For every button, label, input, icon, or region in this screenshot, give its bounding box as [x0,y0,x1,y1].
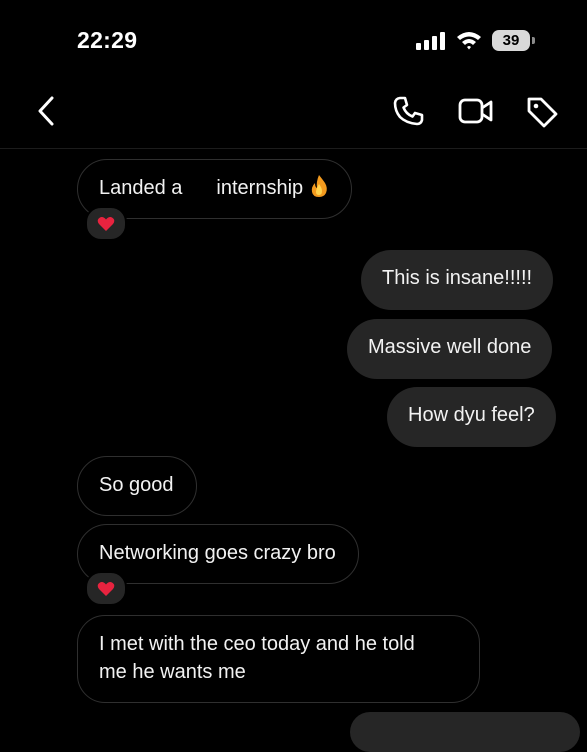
battery-level: 39 [492,30,530,51]
chat-header [0,80,587,149]
incoming-message[interactable]: So good [77,456,197,516]
heart-reaction[interactable] [85,206,127,241]
heart-icon [97,216,115,231]
tag-icon[interactable] [524,94,560,128]
cellular-signal-icon [416,32,445,50]
battery-nub [532,37,535,44]
outgoing-message[interactable]: Massive well done [347,319,553,379]
message-line: I met with the ceo today and he told [99,633,415,655]
message-text: internship [216,177,304,199]
outgoing-message[interactable]: This is insane!!!!! [361,250,554,310]
fire-emoji-icon [311,175,327,197]
status-time: 22:29 [77,27,138,53]
outgoing-message-partial[interactable] [350,712,580,752]
message-line: me he wants me [99,661,246,683]
chevron-left-icon[interactable] [34,94,60,128]
heart-reaction[interactable] [85,571,127,606]
incoming-message[interactable]: I met with the ceo today and he told me … [77,615,480,703]
phone-icon[interactable] [392,94,426,128]
message-text: Landed a [99,177,183,199]
heart-icon [97,581,115,596]
outgoing-message[interactable]: How dyu feel? [387,387,556,447]
video-camera-icon[interactable] [457,94,495,128]
status-bar: 22:29 39 [0,0,587,80]
wifi-icon [457,32,481,50]
battery-indicator: 39 [492,30,536,51]
